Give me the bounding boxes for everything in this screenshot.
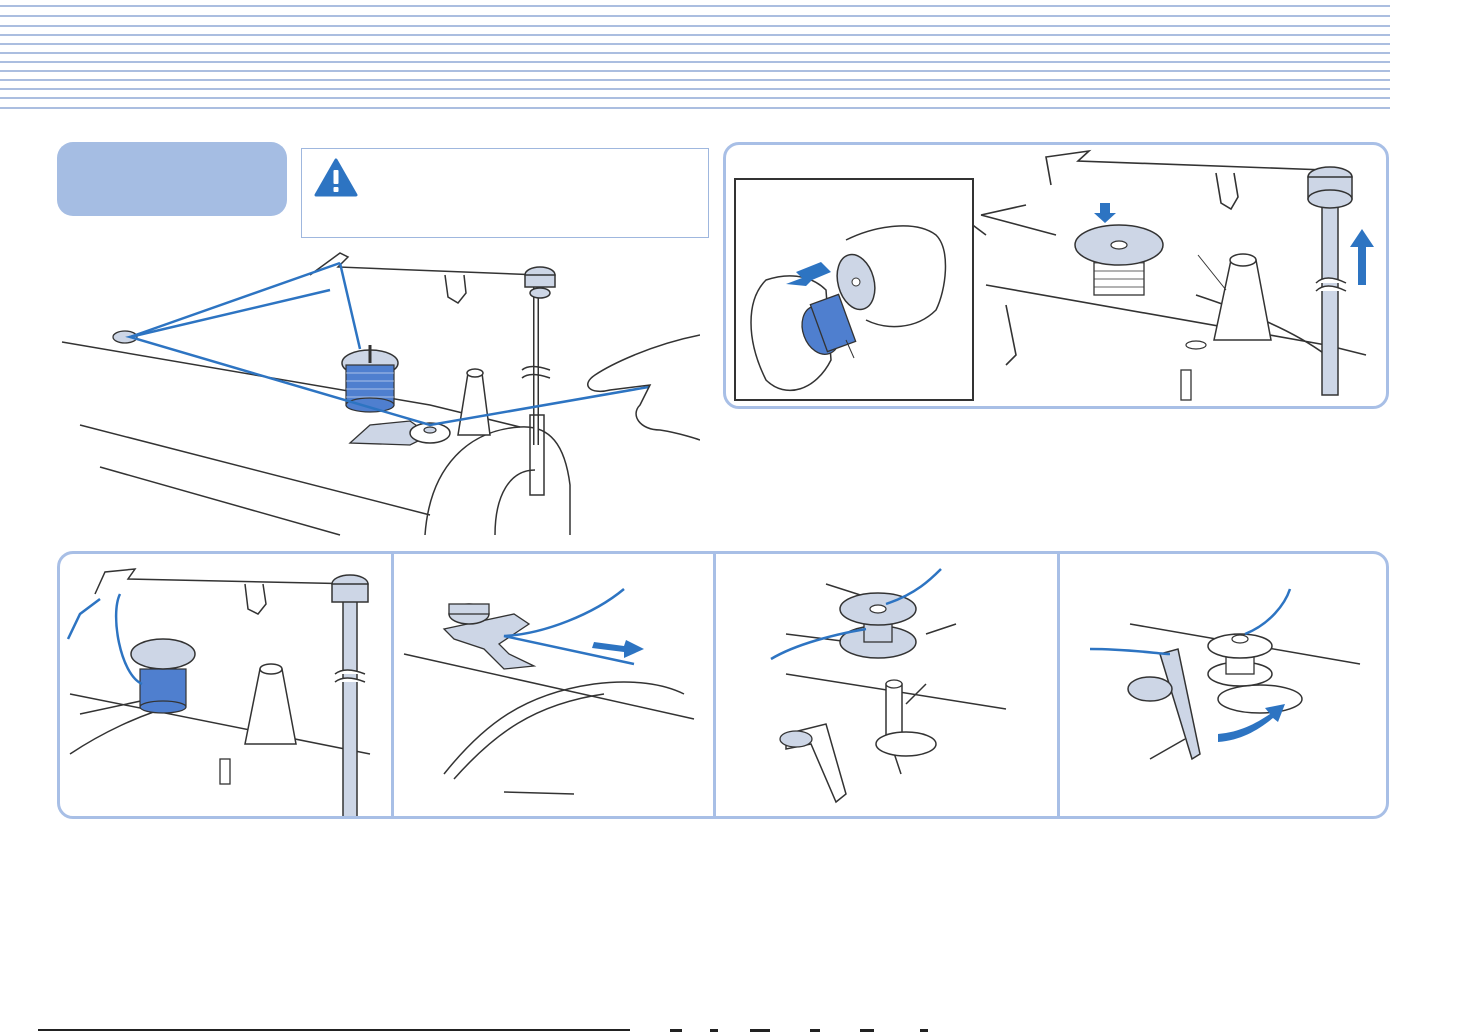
bobbin-steps-panel — [57, 551, 1389, 819]
footer-marks — [670, 1029, 928, 1032]
spool-cap-panel — [723, 142, 1389, 409]
step-3-figure — [716, 554, 1057, 816]
warning-box — [301, 148, 709, 238]
warning-triangle-icon — [314, 158, 358, 197]
footer-rule — [38, 1029, 630, 1031]
step-1-figure — [60, 554, 391, 816]
step-2-figure — [394, 554, 713, 816]
header-stripes — [0, 5, 1390, 109]
spool-cap-detail-inset — [734, 178, 974, 401]
step-4-figure — [1060, 554, 1386, 816]
section-tab — [57, 142, 287, 216]
main-thread-figure — [50, 245, 700, 540]
